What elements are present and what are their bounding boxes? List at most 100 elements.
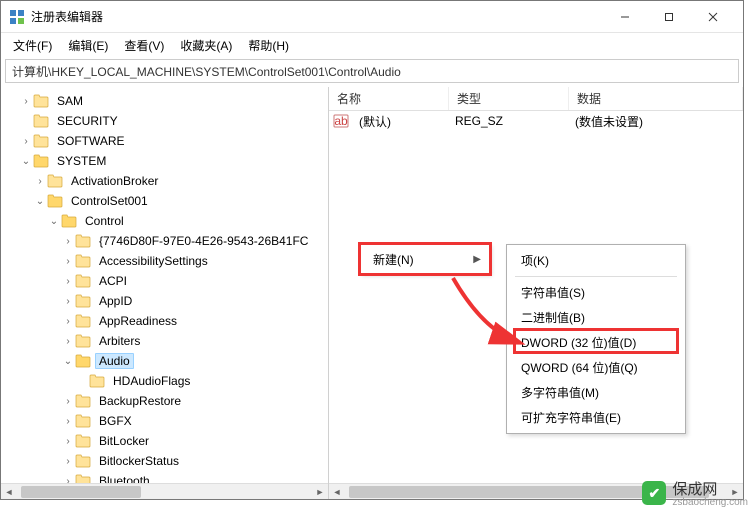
chevron-down-icon[interactable]: ⌄ [19,156,33,167]
tree-item[interactable]: › SOFTWARE [5,131,328,151]
chevron-right-icon[interactable]: › [61,236,75,247]
folder-icon [33,114,49,128]
folder-icon [75,414,91,428]
tree-item-label: AppID [95,294,136,308]
tree-item[interactable]: ›BackupRestore [5,391,328,411]
tree-item[interactable]: ⌄SYSTEM [5,151,328,171]
folder-icon [75,434,91,448]
tree-item[interactable]: › ActivationBroker [5,171,328,191]
tree-item[interactable]: › {7746D80F-97E0-4E26-9543-26B41FC [5,231,328,251]
chevron-right-icon[interactable]: › [33,176,47,187]
submenu-item[interactable]: 项(K) [507,248,685,273]
chevron-right-icon[interactable]: › [61,336,75,347]
address-bar[interactable]: 计算机\HKEY_LOCAL_MACHINE\SYSTEM\ControlSet… [5,59,739,83]
column-name[interactable]: 名称 [329,87,449,110]
maximize-button[interactable] [647,2,691,32]
close-button[interactable] [691,2,735,32]
chevron-down-icon[interactable]: ⌄ [61,356,75,367]
tree-item-label: {7746D80F-97E0-4E26-9543-26B41FC [95,234,312,248]
chevron-right-icon[interactable]: › [61,276,75,287]
folder-icon [75,354,91,368]
menu-favorites[interactable]: 收藏夹(A) [174,35,238,56]
chevron-down-icon[interactable]: ⌄ [33,196,47,207]
minimize-button[interactable] [603,2,647,32]
tree-item[interactable]: ⌄ Control [5,211,328,231]
chevron-right-icon[interactable]: › [61,316,75,327]
folder-icon [33,94,49,108]
app-icon [9,9,25,25]
tree-item-label: HDAudioFlags [109,374,194,388]
chevron-right-icon[interactable]: › [19,136,33,147]
menu-view[interactable]: 查看(V) [118,35,170,56]
submenu-item[interactable]: QWORD (64 位)值(Q) [507,355,685,380]
tree-item-label: ActivationBroker [67,174,162,188]
menu-edit[interactable]: 编辑(E) [62,35,114,56]
tree-item[interactable]: ›SAM [5,91,328,111]
column-data[interactable]: 数据 [569,87,743,110]
folder-icon [75,254,91,268]
submenu-arrow-icon: ▶ [473,254,481,265]
tree-item[interactable]: › AppReadiness [5,311,328,331]
window-title: 注册表编辑器 [31,8,603,25]
watermark-logo-icon: ✔ [642,481,666,505]
tree-item-label: BGFX [95,414,136,428]
submenu-item[interactable]: 字符串值(S) [507,280,685,305]
folder-icon [89,374,105,388]
folder-icon [47,174,63,188]
folder-icon [75,234,91,248]
submenu-item[interactable]: 二进制值(B) [507,305,685,330]
chevron-right-icon[interactable]: › [19,96,33,107]
menu-separator [515,276,677,277]
tree-item-label: Arbiters [95,334,144,348]
chevron-right-icon[interactable]: › [61,456,75,467]
context-menu-new-label: 新建(N) [373,251,414,268]
submenu-item[interactable]: DWORD (32 位)值(D) [507,330,685,355]
submenu-item-label: DWORD (32 位)值(D) [521,334,636,351]
column-type[interactable]: 类型 [449,87,569,110]
string-value-icon: ab [333,113,349,129]
tree-item[interactable]: › BitlockerStatus [5,451,328,471]
list-header: 名称 类型 数据 [329,87,743,111]
context-menu-panel: 新建(N) ▶ [360,244,490,274]
tree-item-label: BitlockerStatus [95,454,183,468]
tree-item-label: AppReadiness [95,314,181,328]
tree-item-label: Control [81,214,128,228]
folder-icon [75,274,91,288]
tree-item[interactable]: › Arbiters [5,331,328,351]
tree-item[interactable]: ›AccessibilitySettings [5,251,328,271]
scroll-left-icon[interactable]: ◄ [329,487,345,497]
tree-item[interactable]: ⌄ControlSet001 [5,191,328,211]
folder-icon [75,454,91,468]
scroll-right-icon[interactable]: ► [312,487,328,497]
tree-item[interactable]: SECURITY [5,111,328,131]
tree-item[interactable]: › BGFX [5,411,328,431]
menu-file[interactable]: 文件(F) [7,35,58,56]
submenu-item[interactable]: 多字符串值(M) [507,380,685,405]
scroll-left-icon[interactable]: ◄ [1,487,17,497]
submenu-item-label: 可扩充字符串值(E) [521,409,621,426]
watermark: ✔ 保成网 zsbaocheng.com [642,478,748,508]
menu-help[interactable]: 帮助(H) [242,35,295,56]
tree-item[interactable]: ›ACPI [5,271,328,291]
chevron-right-icon[interactable]: › [61,296,75,307]
submenu-item-label: 字符串值(S) [521,284,585,301]
tree-item[interactable]: › BitLocker [5,431,328,451]
submenu-item[interactable]: 可扩充字符串值(E) [507,405,685,430]
tree-item-label: BitLocker [95,434,153,448]
chevron-right-icon[interactable]: › [61,436,75,447]
context-menu-new[interactable]: 新建(N) ▶ [361,245,489,273]
chevron-right-icon[interactable]: › [61,396,75,407]
scroll-thumb[interactable] [21,486,141,498]
tree-item[interactable]: HDAudioFlags [5,371,328,391]
folder-icon [33,134,49,148]
tree-item[interactable]: › AppID [5,291,328,311]
value-row[interactable]: ab(默认)REG_SZ(数值未设置) [329,111,743,131]
tree-item[interactable]: ⌄Audio [5,351,328,371]
folder-icon [75,334,91,348]
chevron-right-icon[interactable]: › [61,256,75,267]
chevron-right-icon[interactable]: › [61,416,75,427]
tree-horizontal-scrollbar[interactable]: ◄ ► [1,483,328,499]
chevron-down-icon[interactable]: ⌄ [47,216,61,227]
tree-item-label: SOFTWARE [53,134,129,148]
value-type: REG_SZ [447,114,567,128]
